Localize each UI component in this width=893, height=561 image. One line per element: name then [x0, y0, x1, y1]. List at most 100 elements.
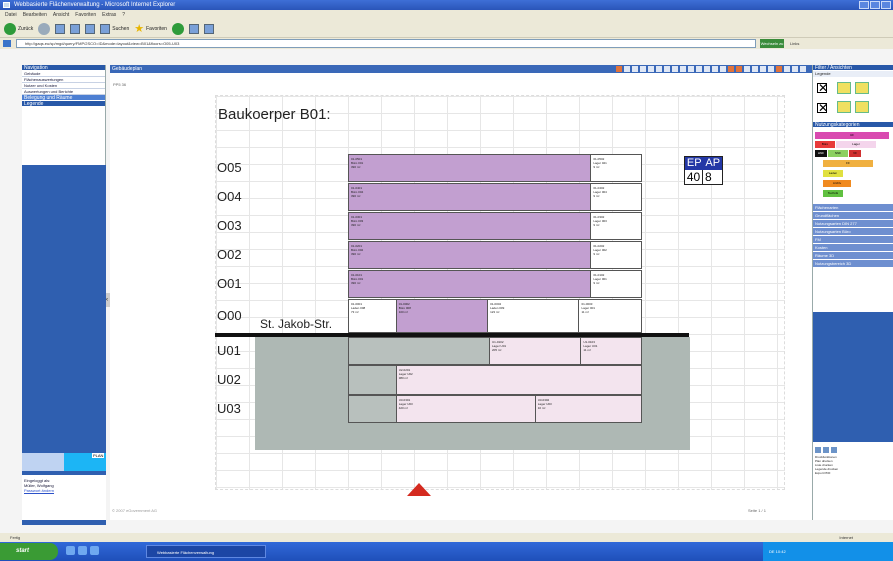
- tool-icon-14[interactable]: [720, 66, 726, 72]
- room-cell[interactable]: 01-0003 Lager 001 11 m²: [579, 300, 642, 332]
- quick-launch-icon-3[interactable]: [90, 546, 99, 555]
- room-cell[interactable]: U1-0102 Lager U01 205 m²: [490, 338, 582, 364]
- address-input[interactable]: http://gaqs.eu/sp/mgd/query/FMP/2SCO=ID&…: [16, 39, 756, 48]
- scroll-up-arrow-icon[interactable]: [407, 483, 431, 496]
- floor-label-u03[interactable]: U03: [217, 401, 241, 416]
- room-cell[interactable]: 01-0502 Lager 021 9 m²: [591, 155, 641, 181]
- tool-icon-15[interactable]: [728, 66, 734, 72]
- go-button[interactable]: Wechseln zu: [760, 39, 784, 48]
- room-cell[interactable]: U2-0201 Lager U02 380 m²: [396, 366, 641, 394]
- print-icon-c[interactable]: [831, 447, 837, 453]
- tool-icon-4[interactable]: [640, 66, 646, 72]
- plan-icon-2[interactable]: [855, 82, 869, 94]
- plan-icon-3[interactable]: [837, 101, 851, 113]
- room-cell[interactable]: 01-0101 Büro 001 390 m²: [349, 271, 592, 297]
- tool-icon-1[interactable]: [616, 66, 622, 72]
- favorites-button[interactable]: ★ Favoriten: [134, 23, 167, 34]
- quick-launch-icon-2[interactable]: [78, 546, 87, 555]
- section-flaechenarten[interactable]: Flächenarten: [813, 204, 893, 212]
- palette-buero[interactable]: Büro: [815, 141, 835, 148]
- room-cell[interactable]: [349, 396, 397, 422]
- menu-bearbeiten[interactable]: Bearbeiten: [23, 10, 47, 20]
- start-button[interactable]: start: [0, 543, 58, 560]
- cross-icon-2[interactable]: ✕: [817, 102, 828, 114]
- section-fm[interactable]: FM: [813, 236, 893, 244]
- room-cell[interactable]: [349, 366, 397, 394]
- maximize-button[interactable]: [870, 1, 880, 9]
- tool-icon-7[interactable]: [664, 66, 670, 72]
- cross-icon-1[interactable]: ✕: [817, 82, 828, 94]
- floor-label-o03[interactable]: O03: [217, 218, 242, 233]
- tool-icon-5[interactable]: [648, 66, 654, 72]
- menu-help[interactable]: ?: [122, 10, 125, 20]
- palette-hnf[interactable]: HNF: [815, 150, 827, 157]
- tool-icon-9[interactable]: [680, 66, 686, 72]
- floor-label-o05[interactable]: O05: [217, 160, 242, 175]
- nav-item-legende[interactable]: Legende: [22, 101, 105, 107]
- palette-nnf[interactable]: NNF: [828, 150, 848, 157]
- print-icon[interactable]: [203, 23, 214, 34]
- tool-icon-16[interactable]: [736, 66, 742, 72]
- room-cell[interactable]: 01-0102 Lager 001 9 m²: [591, 271, 641, 297]
- tool-icon-17[interactable]: [744, 66, 750, 72]
- tool-icon-2[interactable]: [624, 66, 630, 72]
- tool-icon-10[interactable]: [688, 66, 694, 72]
- palette-technik[interactable]: Technik: [823, 190, 843, 197]
- change-password-link[interactable]: Passwort ändern: [24, 488, 104, 493]
- palette-laden[interactable]: Laden: [823, 170, 843, 177]
- room-cell[interactable]: 01-0301 Büro 003 390 m²: [349, 213, 592, 239]
- palette-uf[interactable]: UF: [815, 132, 889, 139]
- floor-label-o02[interactable]: O02: [217, 247, 242, 262]
- history-icon[interactable]: [171, 22, 184, 35]
- tool-icon-22[interactable]: [784, 66, 790, 72]
- floor-label-u01[interactable]: U01: [217, 343, 241, 358]
- room-cell[interactable]: 01-0201 Büro 002 390 m²: [349, 242, 592, 268]
- print-option-4[interactable]: Export PDF: [815, 471, 892, 475]
- tool-icon-24[interactable]: [800, 66, 806, 72]
- room-cell[interactable]: U1-0103 Lager U01 11 m²: [581, 338, 641, 364]
- tool-icon-3[interactable]: [632, 66, 638, 72]
- tool-icon-8[interactable]: [672, 66, 678, 72]
- floor-label-u02[interactable]: U02: [217, 372, 241, 387]
- forward-button[interactable]: [38, 22, 51, 35]
- tool-icon-21[interactable]: [776, 66, 782, 72]
- section-kosten[interactable]: Kosten: [813, 244, 893, 252]
- room-cell[interactable]: 01-0202 Lager 002 9 m²: [591, 242, 641, 268]
- plan-icon-4[interactable]: [855, 101, 869, 113]
- palette-ff[interactable]: FF: [823, 160, 873, 167]
- floor-label-o04[interactable]: O04: [217, 189, 242, 204]
- room-cell[interactable]: 01-0501 Büro 001 390 m²: [349, 155, 592, 181]
- back-button[interactable]: Zurück: [4, 22, 33, 35]
- home-icon[interactable]: [85, 23, 96, 34]
- room-cell[interactable]: U3-0302 Lager U03 10 m²: [535, 396, 641, 422]
- mail-icon[interactable]: [188, 23, 199, 34]
- room-cell[interactable]: 01-0402 Lager 004 9 m²: [591, 184, 641, 210]
- floor-label-o01[interactable]: O01: [217, 276, 242, 291]
- refresh-icon[interactable]: [70, 23, 81, 34]
- plan-icon-1[interactable]: [837, 82, 851, 94]
- close-button[interactable]: [881, 1, 891, 9]
- tool-icon-19[interactable]: [760, 66, 766, 72]
- room-cell[interactable]: U3-0301 Lager U03 420 m²: [396, 396, 536, 422]
- floor-label-o00[interactable]: O00: [217, 308, 242, 323]
- search-button[interactable]: Suchen: [100, 23, 129, 34]
- section-din277[interactable]: Nutzungsarten DIN 277: [813, 220, 893, 228]
- minimize-button[interactable]: [859, 1, 869, 9]
- section-raeume3d[interactable]: Räume 3D: [813, 252, 893, 260]
- taskbar-item-browser[interactable]: Webbasierte Flächenverwaltung: [146, 545, 266, 558]
- section-grundflaechen[interactable]: Grundflächen: [813, 212, 893, 220]
- stop-icon[interactable]: [55, 23, 66, 34]
- quick-launch-icon-1[interactable]: [66, 546, 75, 555]
- room-cell[interactable]: [349, 338, 491, 364]
- menu-ansicht[interactable]: Ansicht: [53, 10, 69, 20]
- tool-icon-23[interactable]: [792, 66, 798, 72]
- links-label[interactable]: Links: [790, 38, 799, 49]
- palette-lager[interactable]: Lager: [836, 141, 876, 148]
- section-buero[interactable]: Nutzungsarten Büro: [813, 228, 893, 236]
- mini-map[interactable]: PLAN: [22, 453, 106, 471]
- tool-icon-6[interactable]: [656, 66, 662, 72]
- palette-vf[interactable]: VF: [849, 150, 861, 157]
- print-icon-b[interactable]: [823, 447, 829, 453]
- menu-extras[interactable]: Extras: [102, 10, 116, 20]
- menu-favoriten[interactable]: Favoriten: [75, 10, 96, 20]
